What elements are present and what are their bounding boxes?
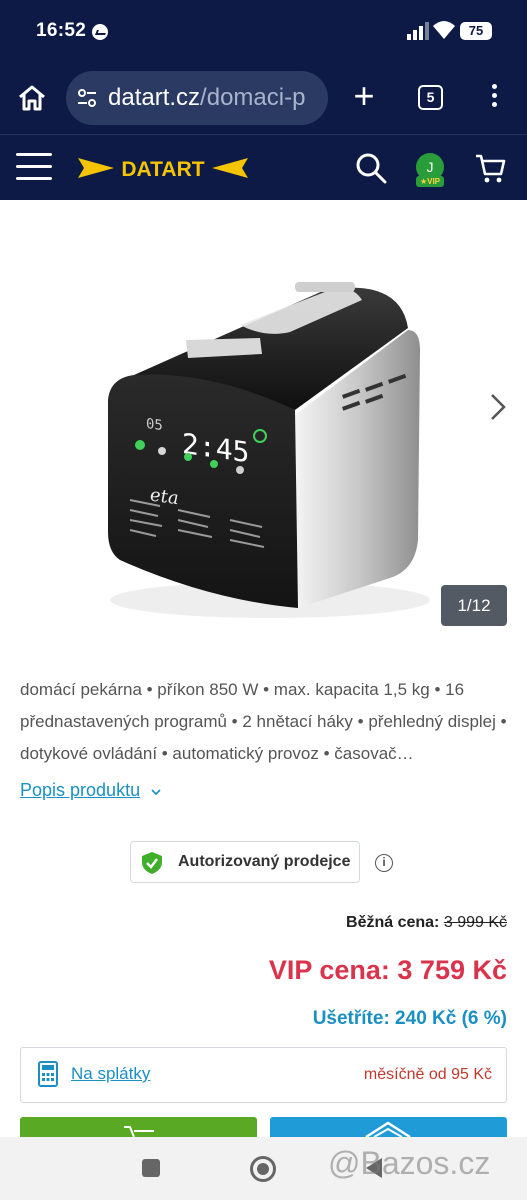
authorized-seller-badge[interactable]: Autorizovaný prodejce — [130, 841, 360, 883]
installments-box[interactable]: Na splátky měsíčně od 95 Kč — [20, 1047, 507, 1103]
signal-icon — [407, 22, 429, 40]
description-link[interactable]: Popis produktu — [20, 780, 140, 801]
status-bar: 16:52 75 — [0, 0, 527, 62]
url-text: datart.cz/domaci-p — [108, 84, 305, 112]
installments-link[interactable]: Na splátky — [71, 1064, 150, 1084]
chevron-right-icon[interactable] — [487, 392, 509, 422]
url-domain: datart.cz — [108, 84, 201, 111]
site-header: DATART J ★VIP — [0, 134, 527, 200]
site-settings-icon[interactable] — [76, 87, 98, 109]
shield-check-icon — [142, 852, 162, 874]
regular-price-label: Běžná cena: — [346, 914, 440, 931]
vip-badge: ★VIP — [416, 176, 444, 187]
browser-toolbar: datart.cz/domaci-p + 5 — [0, 62, 527, 134]
system-navigation-bar: @Bazos.cz — [0, 1137, 527, 1200]
hamburger-icon[interactable] — [16, 153, 52, 181]
messenger-icon — [92, 24, 108, 40]
add-to-cart-button[interactable] — [20, 1117, 257, 1137]
wifi-icon — [433, 21, 455, 39]
info-icon[interactable]: i — [375, 854, 393, 872]
home-button[interactable] — [250, 1156, 276, 1182]
savings: Ušetříte: 240 Kč (6 %) — [312, 1008, 507, 1029]
product-description: domácí pekárna • příkon 850 W • max. kap… — [20, 680, 507, 763]
breadcrumb — [20, 200, 350, 204]
cart-icon[interactable] — [474, 152, 506, 184]
regular-price: Běžná cena: 3 999 Kč — [346, 914, 507, 932]
vip-label: VIP — [427, 177, 441, 186]
authorized-seller-label: Autorizovaný prodejce — [178, 853, 351, 870]
compare-button[interactable] — [270, 1117, 507, 1137]
image-counter: 1/12 — [441, 585, 507, 626]
calculator-icon — [38, 1061, 58, 1087]
regular-price-value: 3 999 Kč — [443, 914, 507, 931]
vip-price: VIP cena: 3 759 Kč — [268, 955, 507, 985]
recent-apps-button[interactable] — [142, 1159, 160, 1177]
watermark: @Bazos.cz — [328, 1145, 491, 1181]
product-image[interactable]: 2:45 05 eta — [90, 270, 450, 630]
chevron-down-icon[interactable] — [151, 787, 161, 797]
menu-dots-icon[interactable] — [490, 84, 498, 112]
cart-icon — [124, 1126, 154, 1137]
url-path: /domaci-p — [200, 84, 306, 111]
installments-monthly: měsíčně od 95 Kč — [363, 1066, 492, 1083]
plus-icon[interactable]: + — [349, 78, 379, 114]
svg-text:05: 05 — [146, 416, 163, 434]
search-icon[interactable] — [355, 152, 387, 184]
battery-icon: 75 — [460, 22, 492, 40]
datart-logo[interactable]: DATART — [78, 155, 248, 181]
status-time: 16:52 — [36, 20, 87, 41]
compare-icon — [365, 1121, 411, 1137]
tabs-icon[interactable]: 5 — [418, 85, 443, 110]
logo-text: DATART — [121, 158, 204, 181]
address-bar[interactable]: datart.cz/domaci-p — [66, 71, 328, 125]
home-icon[interactable] — [16, 82, 48, 114]
